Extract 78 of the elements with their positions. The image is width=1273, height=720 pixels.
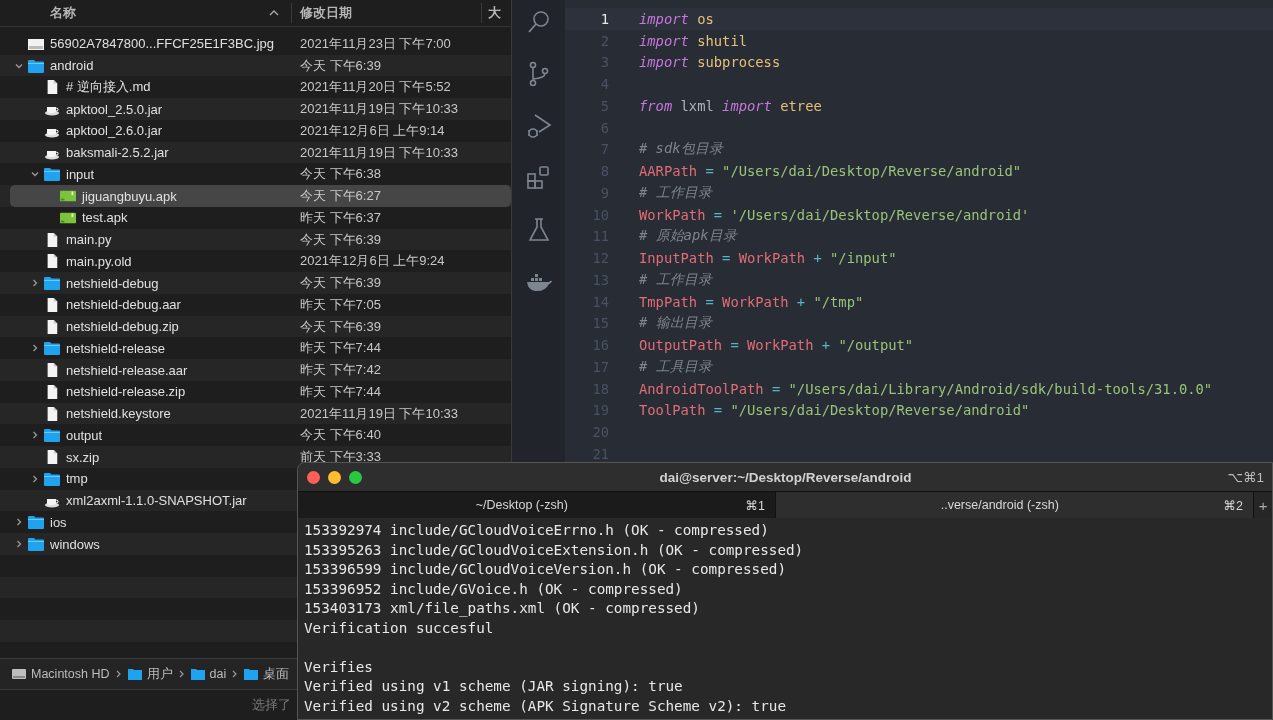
code-line: # sdk包目录 bbox=[639, 140, 723, 159]
modified-date: 今天 下午6:27 bbox=[300, 187, 381, 206]
modified-date: 今天 下午6:38 bbox=[300, 165, 381, 184]
output-line: 153395263 include/GCloudVoiceExtension.h (OK - compressed) bbox=[304, 540, 805, 560]
modified-date: 2021年11月19日 下午10:33 bbox=[300, 404, 459, 423]
file-name: 56902A7847800...FFCF25E1F3BC.jpg bbox=[50, 36, 275, 52]
file-name: tmp bbox=[66, 471, 88, 487]
modified-date: 今天 下午6:39 bbox=[300, 56, 381, 75]
modified-date: 昨天 下午7:42 bbox=[300, 361, 381, 380]
modified-date: 2021年11月19日 下午10:33 bbox=[300, 143, 459, 162]
tab-label: ~/Desktop (-zsh) bbox=[474, 498, 569, 513]
code-line: ToolPath = "/Users/dai/Desktop/Reverse/android" bbox=[639, 402, 1030, 419]
modified-date: 2021年11月19日 下午10:33 bbox=[300, 100, 459, 119]
code-line: # 工作目录 bbox=[639, 183, 712, 202]
modified-date: 2021年11月23日 下午7:00 bbox=[300, 34, 451, 53]
code-line: # 原始apk目录 bbox=[639, 227, 737, 246]
code-line: AARPath = "/Users/dai/Desktop/Reverse/android" bbox=[639, 163, 1022, 180]
output-line: Verifies bbox=[304, 657, 374, 677]
file-name: windows bbox=[50, 536, 100, 552]
file-name: jiguangbuyu.apk bbox=[82, 188, 177, 204]
modified-date: 今天 下午6:40 bbox=[300, 426, 381, 445]
code-line: # 输出目录 bbox=[639, 314, 712, 333]
file-name: netshield-release.zip bbox=[66, 384, 186, 400]
file-name: sx.zip bbox=[66, 449, 100, 465]
output-line: 153392974 include/GCloudVoiceErrno.h (OK - compressed) bbox=[304, 521, 770, 540]
file-name: xml2axml-1.1.0-SNAPSHOT.jar bbox=[66, 493, 247, 509]
file-name: baksmali-2.5.2.jar bbox=[66, 145, 169, 161]
modified-date: 2021年12月6日 上午9:24 bbox=[300, 252, 445, 271]
file-name: netshield.keystore bbox=[66, 406, 171, 422]
tab-label: ..verse/android (-zsh) bbox=[939, 498, 1060, 513]
file-name: netshield-release bbox=[66, 340, 165, 356]
shortcut-label: ⌥⌘1 bbox=[1226, 469, 1264, 486]
modified-date: 2021年11月20日 下午5:52 bbox=[300, 78, 451, 97]
shortcut-label: ⌘2 bbox=[1223, 497, 1243, 513]
file-name: test.apk bbox=[82, 210, 128, 226]
modified-date: 2021年12月6日 上午9:14 bbox=[300, 121, 445, 140]
modified-date: 今天 下午6:39 bbox=[300, 230, 381, 249]
window-title: dai@server:~/Desktop/Reverse/android bbox=[658, 469, 913, 485]
modified-date: 昨天 下午7:44 bbox=[300, 339, 381, 358]
file-name: output bbox=[66, 427, 103, 443]
modified-date: 昨天 下午7:44 bbox=[300, 382, 381, 401]
file-name: netshield-release.aar bbox=[66, 362, 188, 378]
output-line: 153396952 include/GVoice.h (OK - compressed) bbox=[304, 579, 684, 599]
file-name: netshield-debug bbox=[66, 275, 159, 291]
output-line: 153403173 xml/file_paths.xml (OK - compressed) bbox=[304, 599, 701, 619]
modified-date: 今天 下午6:39 bbox=[300, 317, 381, 336]
modified-date: 昨天 下午7:05 bbox=[300, 295, 381, 314]
file-name: main.py.old bbox=[66, 253, 132, 269]
file-name: apktool_2.6.0.jar bbox=[66, 123, 163, 139]
line-number: 1 bbox=[599, 10, 610, 27]
file-name: netshield-debug.aar bbox=[66, 297, 181, 313]
code-line: import os bbox=[639, 10, 714, 27]
file-name: netshield-debug.zip bbox=[66, 319, 179, 335]
output-line: Verified using v1 scheme (JAR signing): true bbox=[304, 677, 684, 696]
file-name: android bbox=[50, 58, 94, 74]
code-line: InputPath = WorkPath + "/input" bbox=[639, 250, 897, 267]
output-line: 153396599 include/GCloudVoiceVersion.h (OK - compressed) bbox=[304, 560, 788, 579]
status-text: 选择了 bbox=[252, 696, 291, 714]
code-line: import shutil bbox=[639, 32, 747, 49]
file-name: # 逆向接入.md bbox=[66, 78, 151, 97]
file-name: input bbox=[66, 166, 95, 182]
code-line: # 工作目录 bbox=[639, 270, 712, 289]
code-line: WorkPath = '/Users/dai/Desktop/Reverse/android' bbox=[639, 206, 1030, 223]
modified-date: 今天 下午6:39 bbox=[300, 274, 381, 293]
code-line: TmpPath = WorkPath + "/tmp" bbox=[639, 293, 864, 310]
code-line: from lxml import etree bbox=[639, 97, 822, 114]
code-line: OutputPath = WorkPath + "/output" bbox=[639, 337, 914, 354]
file-name: apktool_2.5.0.jar bbox=[66, 101, 163, 117]
code-line: AndroidToolPath = "/Users/dai/Library/Android/sdk/build-tools/31.0.0" bbox=[639, 380, 1213, 397]
file-name: main.py bbox=[66, 232, 112, 248]
modified-date: 前天 下午3:33 bbox=[300, 448, 381, 467]
code-line: # 工具目录 bbox=[639, 357, 712, 376]
shortcut-label: ⌘1 bbox=[745, 497, 765, 513]
file-name: ios bbox=[50, 514, 67, 530]
output-line: Verification succesful bbox=[304, 618, 495, 638]
modified-date: 昨天 下午6:37 bbox=[300, 208, 381, 227]
output-line: Verified using v2 scheme (APK Signature Scheme v2): true bbox=[304, 696, 788, 716]
code-line: import subprocess bbox=[639, 54, 781, 71]
